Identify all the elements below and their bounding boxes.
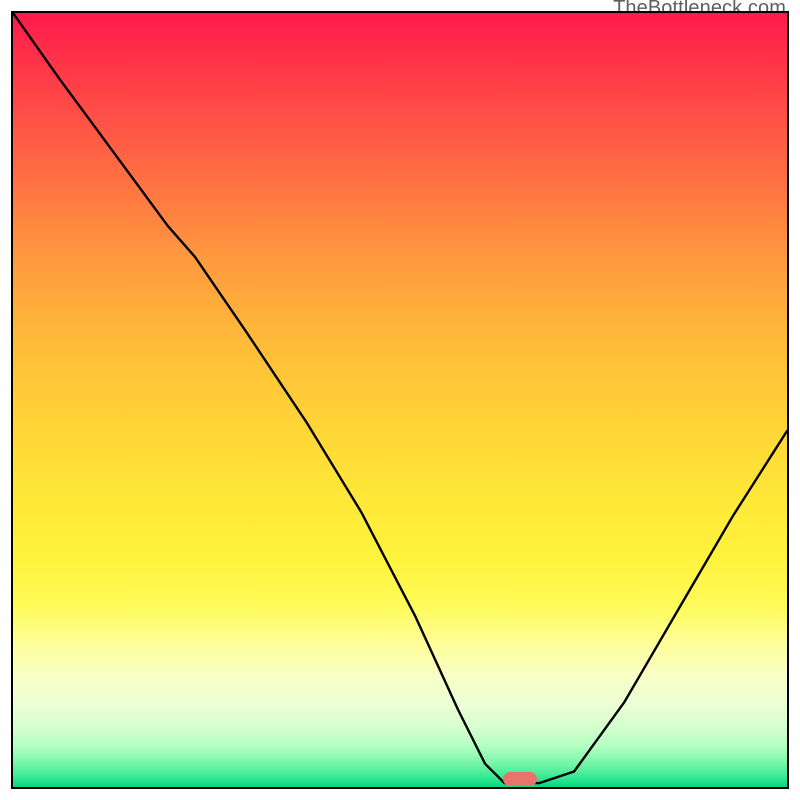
chart-frame [11, 11, 789, 789]
bottleneck-curve-path [13, 13, 787, 783]
optimum-marker [503, 772, 537, 786]
chart-stage: TheBottleneck.com [0, 0, 800, 800]
chart-curve [13, 13, 787, 787]
